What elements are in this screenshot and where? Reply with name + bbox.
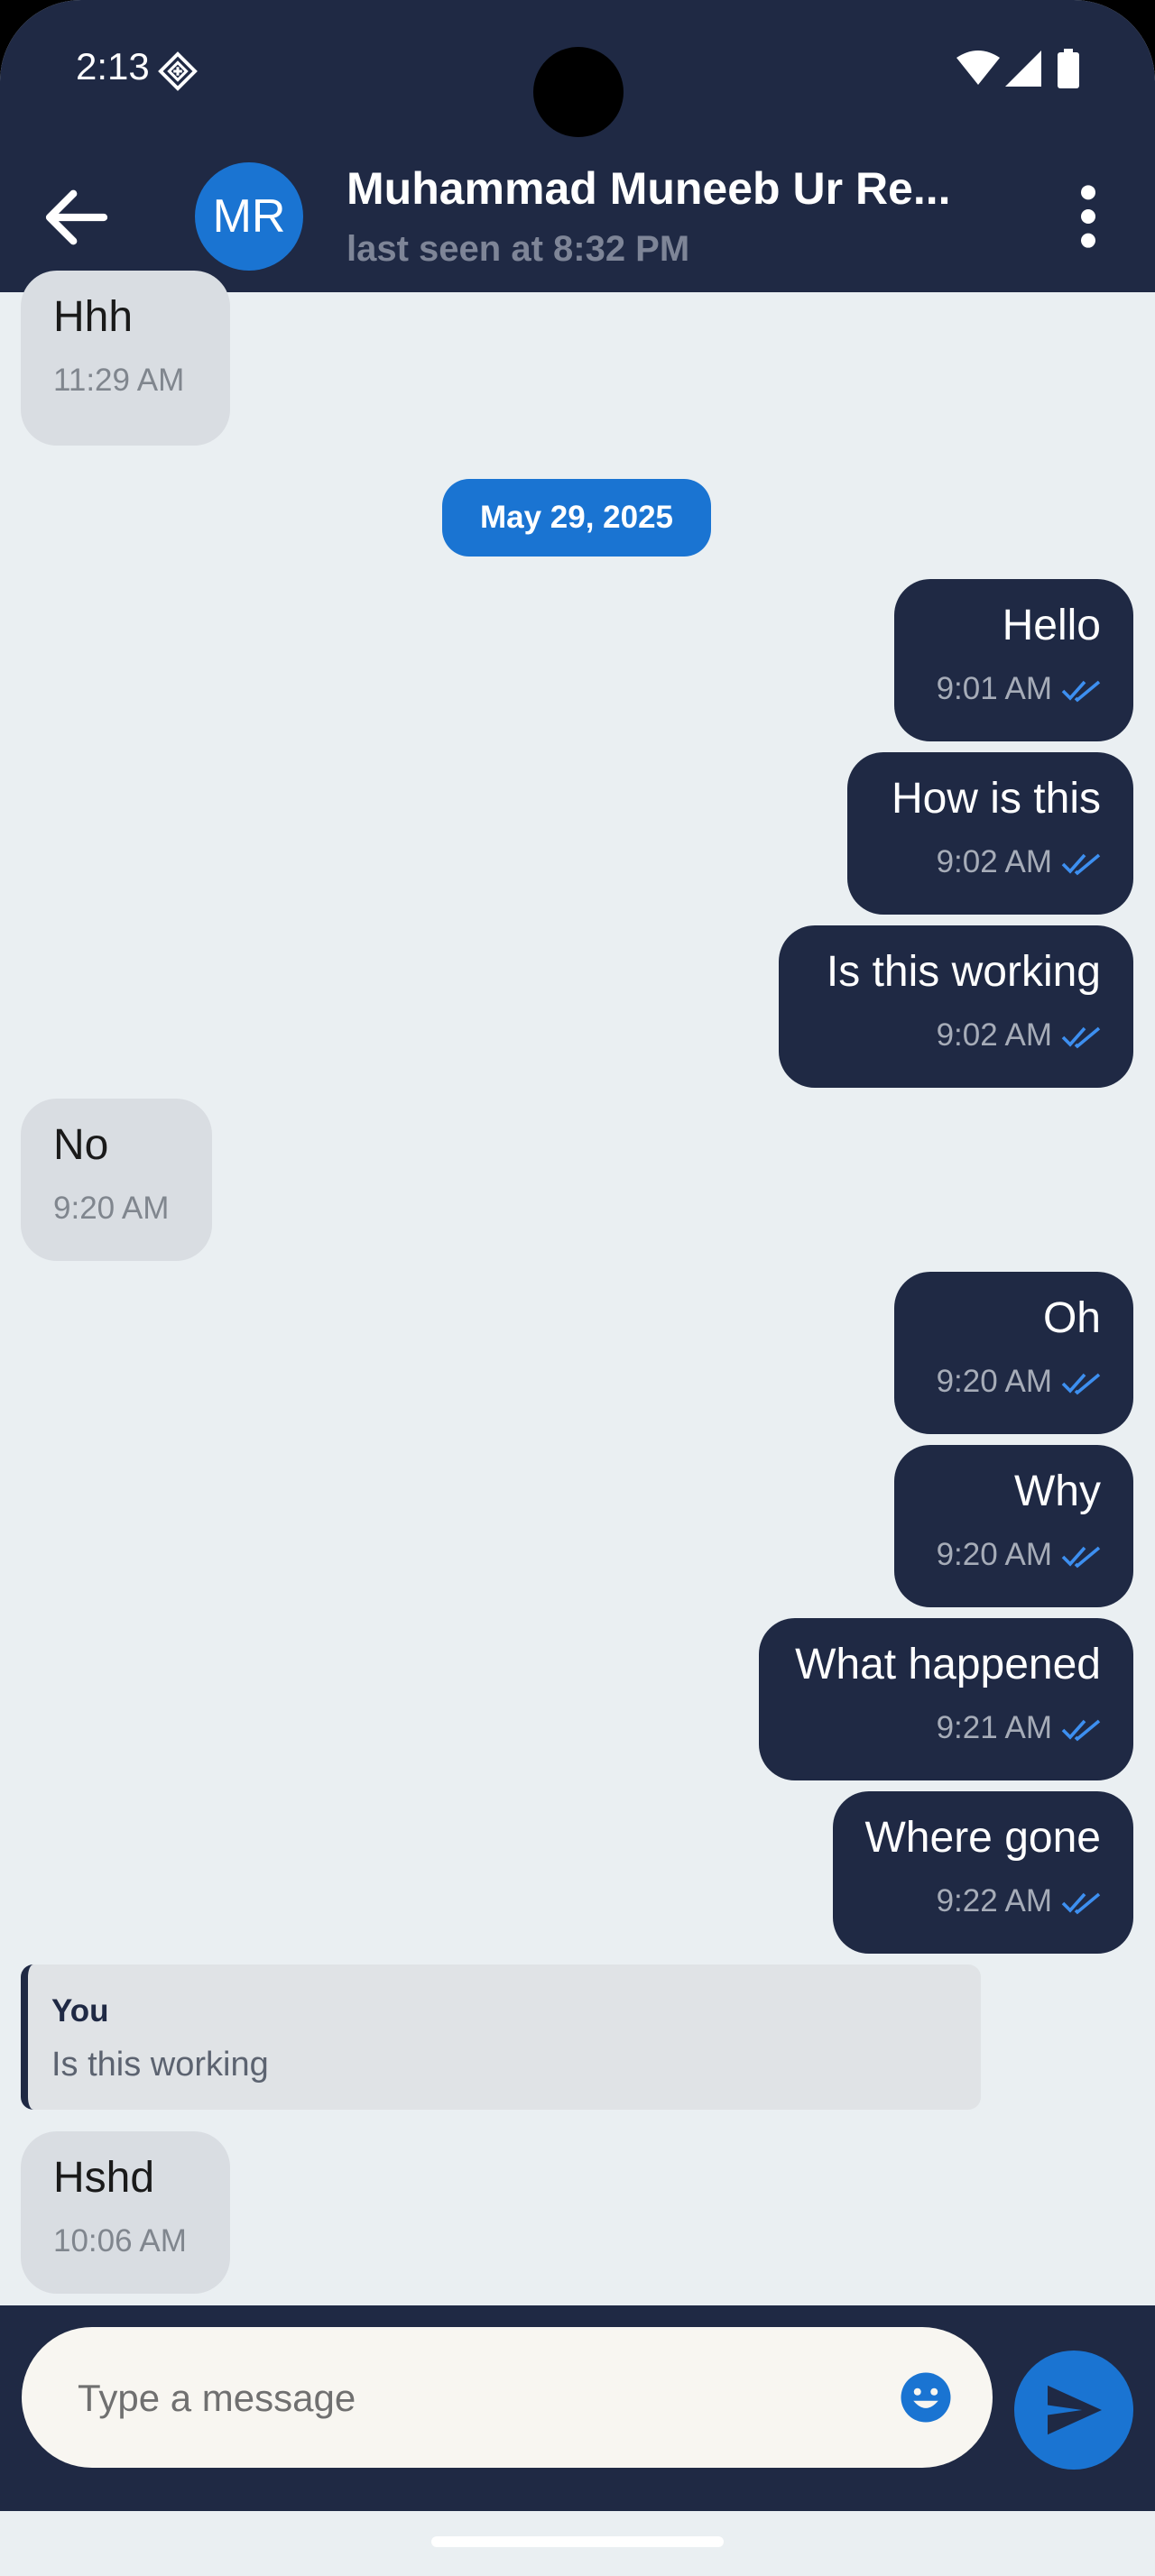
- more-vert-icon[interactable]: [1061, 180, 1115, 253]
- avatar[interactable]: MR: [195, 162, 303, 271]
- message-time: 9:02 AM: [936, 1017, 1052, 1053]
- signal-icon: [1005, 51, 1041, 87]
- message-text: Why: [1014, 1467, 1101, 1515]
- message-time: 9:20 AM: [53, 1191, 170, 1226]
- message-time: 9:01 AM: [936, 671, 1052, 706]
- contact-name[interactable]: Muhammad Muneeb Ur Re...: [346, 162, 978, 215]
- message-bubble-incoming[interactable]: No 9:20 AM: [21, 1099, 212, 1261]
- gesture-nav-handle[interactable]: [431, 2536, 724, 2547]
- message-text: Hshd: [53, 2154, 155, 2202]
- message-time: 10:06 AM: [53, 2223, 187, 2259]
- reply-text: Is this working: [51, 2046, 269, 2084]
- message-time: 11:29 AM: [53, 363, 185, 398]
- message-text: What happened: [795, 1641, 1101, 1688]
- message-bubble-outgoing[interactable]: Why 9:20 AM: [894, 1445, 1133, 1607]
- double-check-icon: [1061, 1892, 1101, 1915]
- message-text: Hhh: [53, 293, 134, 341]
- send-button[interactable]: [1014, 2351, 1133, 2470]
- emoji-icon[interactable]: [899, 2370, 953, 2424]
- message-text: Hello: [1002, 602, 1101, 649]
- reply-quote[interactable]: You Is this working: [21, 1964, 981, 2110]
- double-check-icon: [1061, 1026, 1101, 1049]
- message-text: How is this: [891, 775, 1101, 823]
- message-bubble-outgoing[interactable]: Is this working 9:02 AM: [779, 925, 1133, 1088]
- camera-cutout: [533, 47, 624, 137]
- message-bubble-outgoing[interactable]: How is this 9:02 AM: [847, 752, 1133, 915]
- message-text: Is this working: [826, 948, 1101, 996]
- last-seen-status: last seen at 8:32 PM: [346, 229, 690, 269]
- send-icon: [1048, 2385, 1102, 2435]
- message-bubble-outgoing[interactable]: Where gone 9:22 AM: [833, 1791, 1133, 1954]
- message-text: No: [53, 1121, 109, 1169]
- battery-icon: [1058, 49, 1079, 88]
- double-check-icon: [1061, 1546, 1101, 1569]
- reply-author: You: [51, 1993, 109, 2029]
- message-input[interactable]: [76, 2361, 873, 2435]
- wifi-icon: [956, 51, 1000, 85]
- notification-icon: [158, 51, 198, 91]
- double-check-icon: [1061, 1719, 1101, 1742]
- double-check-icon: [1061, 853, 1101, 876]
- composer-bar: [0, 2305, 1155, 2511]
- message-time: 9:20 AM: [936, 1537, 1052, 1572]
- double-check-icon: [1061, 1373, 1101, 1395]
- message-time: 9:20 AM: [936, 1364, 1052, 1399]
- message-time: 9:21 AM: [936, 1710, 1052, 1745]
- message-time: 9:02 AM: [936, 844, 1052, 879]
- date-separator: May 29, 2025: [442, 479, 711, 557]
- message-text: Where gone: [864, 1814, 1102, 1862]
- app-bar: 2:13 MR Muhammad Muneeb Ur Re... last se…: [0, 0, 1155, 292]
- status-time: 2:13: [76, 45, 150, 87]
- message-input-container: [22, 2327, 993, 2468]
- message-bubble-incoming[interactable]: Hhh 11:29 AM: [21, 271, 230, 446]
- message-bubble-outgoing[interactable]: What happened 9:21 AM: [759, 1618, 1133, 1780]
- message-bubble-incoming[interactable]: Hshd 10:06 AM: [21, 2131, 230, 2294]
- double-check-icon: [1061, 680, 1101, 703]
- message-bubble-outgoing[interactable]: Oh 9:20 AM: [894, 1272, 1133, 1434]
- back-arrow-icon[interactable]: [36, 177, 117, 258]
- chat-screen: 2:13 MR Muhammad Muneeb Ur Re... last se…: [0, 0, 1155, 2576]
- message-text: Oh: [1042, 1294, 1101, 1342]
- message-time: 9:22 AM: [936, 1883, 1052, 1918]
- message-bubble-outgoing[interactable]: Hello 9:01 AM: [894, 579, 1133, 741]
